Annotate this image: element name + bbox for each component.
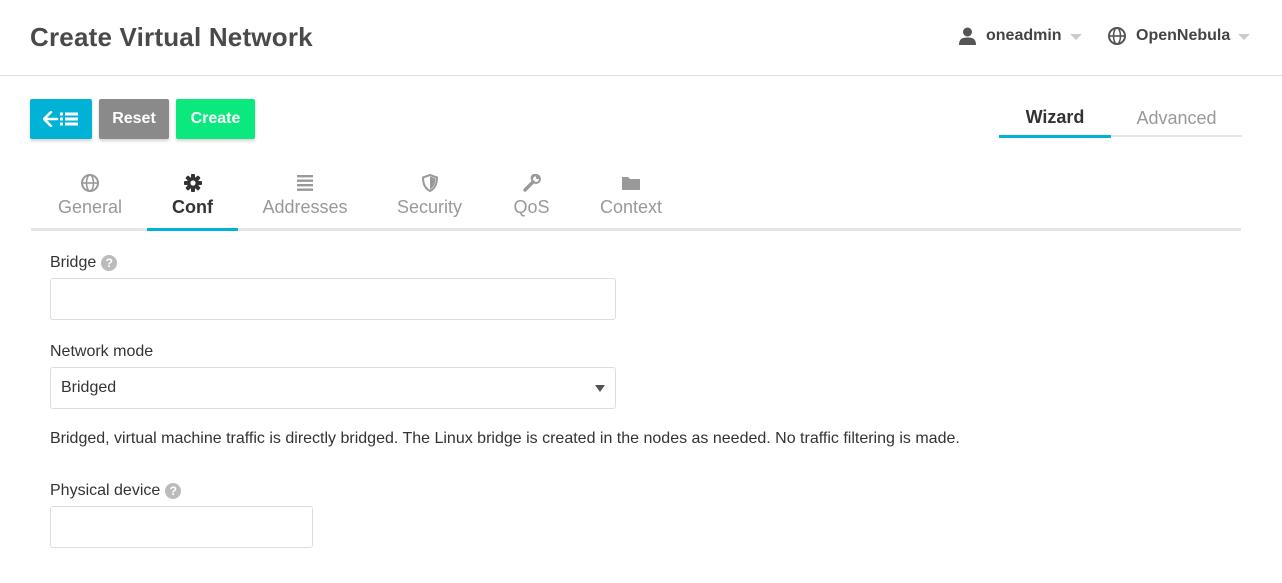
tab-label: Conf	[172, 197, 213, 217]
bridge-label: Bridge ?	[50, 254, 118, 272]
gear-icon	[183, 174, 202, 192]
tab-label: General	[57, 197, 123, 217]
question-circle-icon[interactable]: ?	[101, 255, 118, 271]
zone-menu[interactable]: OpenNebula	[1108, 27, 1251, 45]
network-mode-description: Bridged, virtual machine traffic is dire…	[50, 430, 960, 447]
folder-icon	[622, 177, 640, 190]
tab-qos[interactable]: QoS	[501, 168, 562, 231]
shield-icon	[421, 174, 438, 192]
wrench-icon	[522, 174, 541, 192]
tab-wizard[interactable]: Wizard	[999, 99, 1111, 138]
mode-tabs: Wizard Advanced	[999, 99, 1242, 138]
chevron-down-icon	[595, 385, 605, 392]
tab-label: Addresses	[262, 197, 348, 217]
chevron-down-icon	[1238, 34, 1251, 40]
tab-context[interactable]: Context	[592, 168, 670, 231]
bridge-label-text: Bridge	[50, 254, 97, 271]
create-button[interactable]: Create	[176, 99, 255, 139]
reset-button[interactable]: Reset	[99, 99, 169, 139]
physical-device-label: Physical device ?	[50, 482, 182, 500]
tab-label: Context	[599, 197, 663, 217]
top-bar: Create Virtual Network oneadmin OpenNebu…	[0, 0, 1282, 76]
globe-icon	[81, 174, 99, 192]
globe-icon	[1108, 27, 1126, 45]
tab-label: Security	[396, 197, 463, 217]
user-icon	[959, 27, 976, 45]
tab-addresses[interactable]: Addresses	[253, 168, 357, 231]
question-circle-icon[interactable]: ?	[165, 483, 182, 499]
back-to-list-button[interactable]	[30, 99, 92, 139]
physical-device-label-text: Physical device	[50, 482, 161, 499]
physical-device-input[interactable]	[50, 506, 313, 548]
bridge-input[interactable]	[50, 278, 616, 320]
back-list-icon	[43, 111, 78, 127]
tab-general[interactable]: General	[48, 168, 132, 231]
tab-conf[interactable]: Conf	[147, 168, 238, 231]
tab-security[interactable]: Security	[387, 168, 472, 231]
user-menu[interactable]: oneadmin	[959, 27, 1082, 45]
tab-advanced[interactable]: Advanced	[1111, 99, 1242, 137]
zone-name: OpenNebula	[1136, 27, 1231, 44]
network-mode-value: Bridged	[61, 379, 117, 396]
user-name: oneadmin	[986, 27, 1062, 44]
chevron-down-icon	[1069, 34, 1082, 40]
section-tabs: General Conf Addresses Security QoS Cont…	[31, 168, 1241, 231]
network-mode-select[interactable]: Bridged	[50, 367, 616, 409]
tab-label: QoS	[513, 197, 550, 217]
network-mode-label: Network mode	[50, 343, 153, 361]
network-mode-label-text: Network mode	[50, 343, 154, 360]
list-icon	[297, 175, 313, 191]
page-title: Create Virtual Network	[30, 22, 313, 52]
